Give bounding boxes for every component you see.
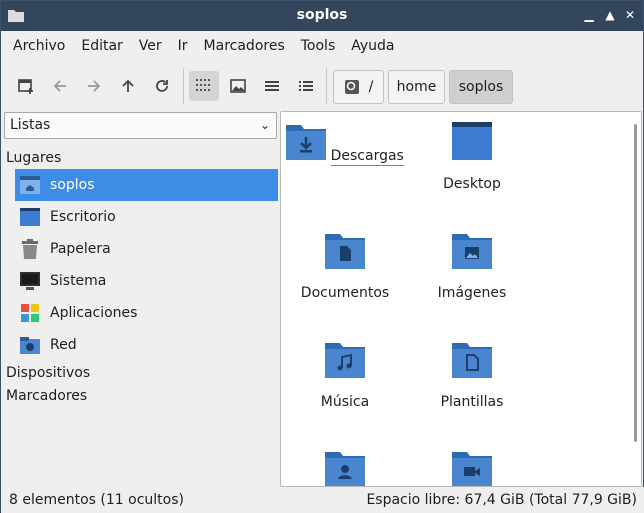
menu-archivo[interactable]: Archivo [5, 31, 73, 61]
home-folder-icon [19, 174, 41, 196]
chevron-down-icon: ⌄ [259, 118, 270, 132]
bookmarks-heading[interactable]: Marcadores [6, 388, 87, 404]
file-item-descargas[interactable]: Descargas [283, 122, 407, 166]
computer-icon [19, 270, 41, 292]
templates-folder-icon [452, 343, 492, 378]
file-manager-window: soplos ▁ ▲ ✕ Archivo Editar Ver Ir Marca… [0, 0, 644, 513]
videos-folder-icon [452, 452, 492, 486]
file-name: Documentos [300, 285, 390, 301]
close-icon[interactable]: ✕ [622, 7, 638, 23]
side-pane-mode-select[interactable]: Listas ⌄ [4, 112, 277, 139]
toolbar: / home soplos [1, 61, 643, 111]
network-icon [19, 334, 41, 356]
menu-tools[interactable]: Tools [293, 31, 344, 61]
documents-folder-icon [325, 234, 365, 269]
side-pane-mode-value: Listas [10, 117, 51, 133]
trash-icon [19, 238, 41, 260]
devices-heading[interactable]: Dispositivos [6, 365, 90, 381]
title-bar[interactable]: soplos ▁ ▲ ✕ [1, 1, 643, 31]
sidebar-item-label: soplos [50, 177, 95, 193]
path-root-button[interactable]: / [333, 70, 384, 104]
window-title: soplos [296, 7, 348, 23]
file-item-videos[interactable] [410, 449, 534, 486]
file-icon-view[interactable]: Descargas Desktop Documentos Imágenes Mú… [280, 111, 642, 487]
music-folder-icon [325, 343, 365, 378]
sidebar-item-red[interactable]: Red [15, 329, 278, 361]
file-name: Música [320, 394, 370, 410]
maximize-icon[interactable]: ▲ [602, 7, 618, 23]
file-item-plantillas[interactable]: Plantillas [410, 340, 534, 410]
status-bar: 8 elementos (11 ocultos) Espacio libre: … [1, 487, 644, 513]
menu-ver[interactable]: Ver [131, 31, 170, 61]
path-soplos-button[interactable]: soplos [449, 70, 513, 104]
sidebar-item-soplos[interactable]: soplos [15, 169, 278, 201]
pictures-folder-icon [452, 234, 492, 269]
file-item-publico[interactable] [283, 449, 407, 486]
compact-view-icon[interactable] [257, 71, 287, 101]
applications-icon [19, 302, 41, 324]
public-folder-icon [325, 452, 365, 486]
toolbar-separator [326, 68, 327, 104]
desktop-folder-icon [452, 122, 492, 160]
sidebar-item-sistema[interactable]: Sistema [15, 265, 278, 297]
file-item-desktop[interactable]: Desktop [410, 122, 534, 192]
search-icon [344, 80, 359, 94]
icon-view-icon[interactable] [189, 71, 219, 101]
file-name: Plantillas [440, 394, 504, 410]
desktop-icon [19, 206, 41, 228]
sidebar-item-label: Papelera [50, 241, 111, 257]
reload-icon[interactable] [147, 71, 177, 101]
sidebar-item-label: Red [50, 337, 77, 353]
free-space-status: Espacio libre: 67,4 GiB (Total 77,9 GiB) [366, 492, 637, 508]
path-home-button[interactable]: home [388, 70, 445, 104]
sidebar-item-aplicaciones[interactable]: Aplicaciones [15, 297, 278, 329]
menu-ir[interactable]: Ir [170, 31, 196, 61]
path-root-label: / [368, 79, 374, 95]
downloads-folder-icon [286, 125, 327, 160]
back-icon[interactable] [45, 71, 75, 101]
item-count-status: 8 elementos (11 ocultos) [9, 492, 184, 508]
up-icon[interactable] [113, 71, 143, 101]
sidebar-item-label: Sistema [50, 273, 107, 289]
file-item-documentos[interactable]: Documentos [283, 231, 407, 301]
file-name: Imágenes [437, 285, 507, 301]
menu-ayuda[interactable]: Ayuda [343, 31, 402, 61]
sidebar-item-label: Aplicaciones [50, 305, 138, 321]
file-name: Descargas [330, 148, 404, 166]
places-heading[interactable]: Lugares [6, 150, 61, 166]
file-item-musica[interactable]: Música [283, 340, 407, 410]
forward-icon[interactable] [79, 71, 109, 101]
new-tab-icon[interactable] [11, 71, 41, 101]
toolbar-separator [183, 68, 184, 104]
sidebar-item-escritorio[interactable]: Escritorio [15, 201, 278, 233]
sidebar-item-papelera[interactable]: Papelera [15, 233, 278, 265]
menu-editar[interactable]: Editar [73, 31, 130, 61]
thumbnail-view-icon[interactable] [223, 71, 253, 101]
menu-marcadores[interactable]: Marcadores [196, 31, 293, 61]
vertical-scrollbar[interactable] [634, 124, 637, 442]
sidebar-item-label: Escritorio [50, 209, 116, 225]
minimize-icon[interactable]: ▁ [581, 7, 597, 23]
list-view-icon[interactable] [291, 71, 321, 101]
file-name: Desktop [443, 176, 501, 192]
menu-bar: Archivo Editar Ver Ir Marcadores Tools A… [1, 31, 643, 61]
sidebar: Listas ⌄ Lugares soplos Escritorio Papel… [1, 111, 280, 487]
file-item-imagenes[interactable]: Imágenes [410, 231, 534, 301]
